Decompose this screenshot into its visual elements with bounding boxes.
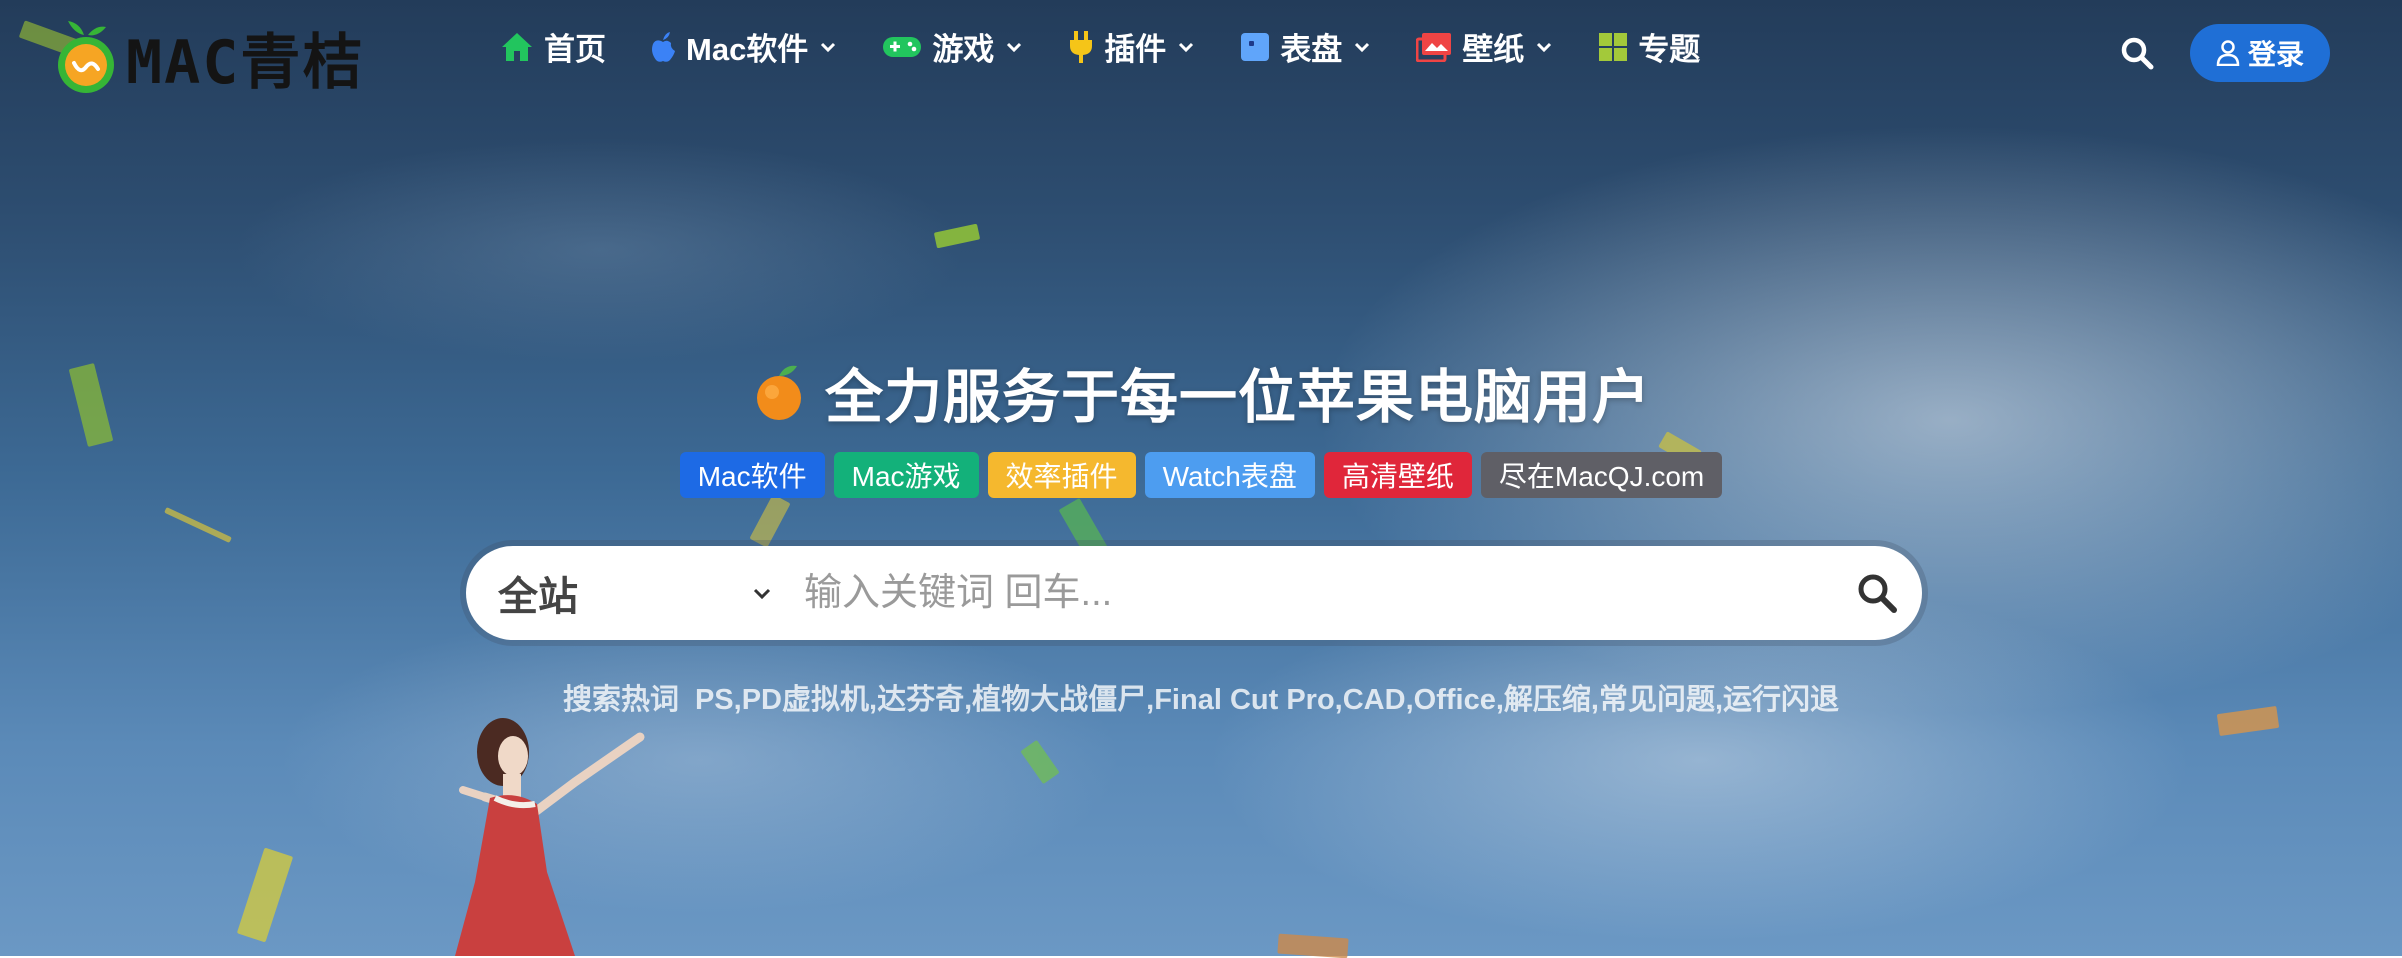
watch-face-icon [1241, 32, 1270, 61]
girl-illustration [455, 718, 645, 956]
tangerine-icon [756, 365, 801, 420]
nav-label: 表盘 [1280, 32, 1343, 67]
nav-item-mac-software[interactable]: Mac软件 [650, 24, 838, 69]
wallpaper-icon [1416, 32, 1452, 62]
login-button[interactable]: 登录 [2190, 24, 2330, 82]
hot-keyword[interactable]: 运行闪退 [1723, 684, 1839, 716]
nav-label: 游戏 [932, 32, 995, 67]
header-actions: 登录 [2120, 24, 2330, 82]
hot-keyword[interactable]: CAD [1343, 684, 1406, 716]
nav-label: Mac软件 [686, 32, 809, 67]
search-icon[interactable] [2120, 36, 2154, 70]
tag-mac-software[interactable]: Mac软件 [679, 452, 825, 498]
hot-keyword[interactable]: Office [1414, 684, 1496, 716]
site-logo[interactable]: MAC青桔 [54, 14, 364, 101]
tangerine-logo-icon [58, 20, 114, 93]
chevron-down-icon [1355, 42, 1370, 52]
hot-keyword[interactable]: 植物大战僵尸 [972, 684, 1146, 716]
chevron-down-icon [1537, 42, 1552, 52]
search-submit-button[interactable] [1832, 546, 1922, 640]
chevron-down-icon [1007, 42, 1022, 52]
login-label: 登录 [2247, 39, 2304, 70]
tag-efficiency-plugins[interactable]: 效率插件 [987, 452, 1136, 498]
nav-item-home[interactable]: 首页 [500, 24, 606, 69]
nav-label: 首页 [544, 32, 606, 67]
grid-icon [1599, 32, 1628, 61]
nav-label: 壁纸 [1462, 32, 1525, 67]
nav-item-watch-faces[interactable]: 表盘 [1240, 24, 1372, 69]
hot-keyword[interactable]: 常见问题 [1599, 684, 1715, 716]
user-icon [2216, 40, 2240, 66]
search-icon [1858, 574, 1897, 613]
tag-site-domain[interactable]: 尽在MacQJ.com [1480, 452, 1723, 498]
hot-keyword[interactable]: 解压缩 [1504, 684, 1591, 716]
tag-label: Mac游戏 [851, 461, 961, 492]
tag-label: 效率插件 [1005, 461, 1118, 492]
hot-keywords-label: 搜索热词 [562, 684, 679, 716]
nav-item-games[interactable]: 游戏 [882, 24, 1024, 69]
hot-keywords: 搜索热词 PS,PD虚拟机,达芬奇,植物大战僵尸,Final Cut Pro,CA… [562, 684, 1840, 716]
confetti-decoration [1277, 933, 1349, 958]
tag-label: 高清壁纸 [1341, 461, 1454, 492]
tag-hd-wallpapers[interactable]: 高清壁纸 [1323, 452, 1472, 498]
main-nav: 首页 Mac软件 游戏 插件 表盘 壁纸 专题 [500, 24, 1700, 69]
nav-item-plugins[interactable]: 插件 [1068, 24, 1196, 69]
chevron-down-icon [821, 42, 836, 52]
hero-title-text: 全力服务于每一位苹果电脑用户 [824, 365, 1651, 430]
chevron-down-icon [1179, 42, 1194, 52]
tag-mac-games[interactable]: Mac游戏 [833, 452, 979, 498]
search-scope-value: 全站 [498, 575, 578, 619]
nav-label: 插件 [1104, 32, 1167, 67]
tag-label: Mac软件 [697, 461, 807, 492]
search-input[interactable] [804, 545, 1832, 641]
plug-icon [1070, 30, 1093, 63]
category-tags: Mac软件 Mac游戏 效率插件 Watch表盘 高清壁纸 尽在MacQJ.co… [0, 452, 2402, 498]
tag-label: 尽在MacQJ.com [1498, 461, 1705, 492]
top-navbar: MAC青桔 首页 Mac软件 游戏 插件 表盘 壁纸 专题 登录 [0, 0, 2402, 108]
hero-title: 全力服务于每一位苹果电脑用户 [0, 350, 2402, 434]
logo-text: MAC青桔 [126, 28, 365, 98]
chevron-down-icon [753, 588, 771, 600]
nav-label: 专题 [1638, 32, 1701, 67]
search-bar: 全站 [466, 545, 1922, 641]
tag-watch-faces[interactable]: Watch表盘 [1144, 452, 1315, 498]
home-icon [502, 32, 532, 61]
hot-keyword[interactable]: PS [695, 684, 734, 716]
apple-icon [652, 31, 675, 62]
gamepad-icon [883, 36, 922, 57]
nav-item-topics[interactable]: 专题 [1598, 24, 1700, 69]
nav-item-wallpapers[interactable]: 壁纸 [1416, 24, 1554, 69]
search-scope-select[interactable]: 全站 [466, 546, 804, 640]
hot-keyword[interactable]: Final Cut Pro [1154, 684, 1334, 716]
tag-label: Watch表盘 [1162, 461, 1297, 492]
hot-keyword[interactable]: 达芬奇 [877, 684, 964, 716]
hot-keyword[interactable]: PD虚拟机 [742, 684, 869, 716]
